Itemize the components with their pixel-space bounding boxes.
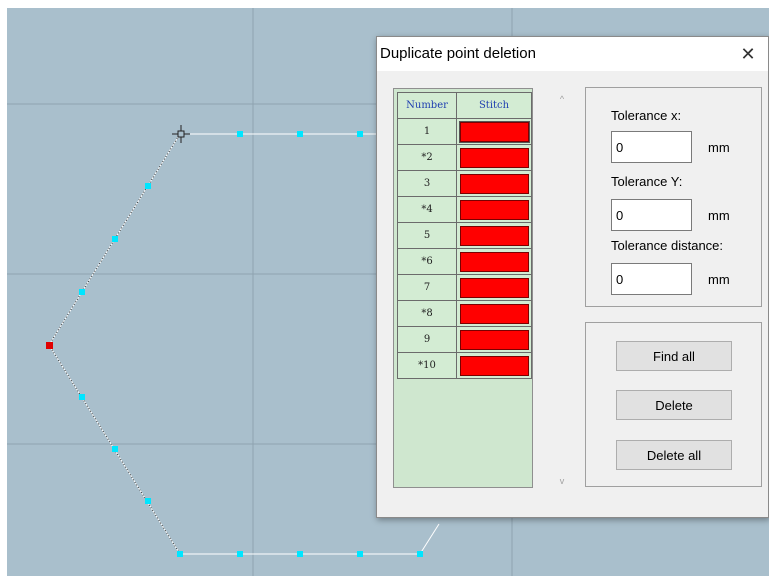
stitch-color-swatch[interactable] bbox=[458, 120, 530, 143]
row-number[interactable]: 9 bbox=[396, 326, 458, 353]
row-stitch-cell[interactable] bbox=[456, 274, 532, 301]
stitch-point bbox=[417, 551, 423, 557]
table-row[interactable]: 5 bbox=[396, 222, 532, 249]
stitch-point bbox=[297, 551, 303, 557]
row-number[interactable]: *10 bbox=[396, 352, 458, 379]
stitch-point bbox=[237, 551, 243, 557]
row-number[interactable]: *2 bbox=[396, 144, 458, 171]
selected-point bbox=[46, 342, 53, 349]
stitch-color-swatch[interactable] bbox=[459, 355, 529, 376]
row-stitch-cell[interactable] bbox=[456, 352, 532, 379]
stitch-point bbox=[112, 446, 118, 452]
find-all-button[interactable]: Find all bbox=[616, 341, 732, 371]
stitch-table-panel: Number Stitch 1 *2 3 *4 5 *6 7 *8 9 *10 bbox=[393, 88, 533, 488]
table-row[interactable]: *4 bbox=[396, 196, 532, 223]
stitch-color-swatch[interactable] bbox=[459, 251, 529, 272]
stitch-points bbox=[79, 131, 423, 557]
dialog-title: Duplicate point deletion bbox=[380, 45, 536, 62]
stitch-color-swatch[interactable] bbox=[459, 225, 529, 246]
dialog-titlebar[interactable]: Duplicate point deletion ✕ bbox=[377, 37, 768, 71]
table-row[interactable]: 7 bbox=[396, 274, 532, 301]
stitch-point bbox=[357, 131, 363, 137]
tolerance-y-input[interactable] bbox=[611, 199, 692, 231]
row-number[interactable]: 1 bbox=[396, 118, 458, 145]
row-number[interactable]: 7 bbox=[396, 274, 458, 301]
stitch-point bbox=[297, 131, 303, 137]
row-number[interactable]: 5 bbox=[396, 222, 458, 249]
stitch-color-swatch[interactable] bbox=[459, 173, 529, 194]
row-stitch-cell[interactable] bbox=[456, 300, 532, 327]
stitch-point bbox=[177, 551, 183, 557]
row-stitch-cell[interactable] bbox=[456, 326, 532, 353]
duplicate-point-deletion-dialog: Duplicate point deletion ✕ Number Stitch… bbox=[376, 36, 769, 518]
row-stitch-cell[interactable] bbox=[456, 144, 532, 171]
crosshair-cursor-icon bbox=[172, 125, 190, 143]
close-icon[interactable]: ✕ bbox=[728, 37, 768, 71]
row-stitch-cell[interactable] bbox=[456, 118, 532, 145]
table-row[interactable]: 9 bbox=[396, 326, 532, 353]
delete-button[interactable]: Delete bbox=[616, 390, 732, 420]
row-stitch-cell[interactable] bbox=[456, 248, 532, 275]
table-row[interactable]: *10 bbox=[396, 352, 532, 379]
stitch-path-tail bbox=[419, 523, 440, 555]
tolerance-distance-unit: mm bbox=[708, 272, 730, 287]
stitch-path-dash bbox=[48, 133, 181, 555]
row-number[interactable]: 3 bbox=[396, 170, 458, 197]
stitch-point bbox=[79, 289, 85, 295]
table-row[interactable]: 1 bbox=[396, 118, 532, 145]
stitch-point bbox=[145, 183, 151, 189]
stitch-point bbox=[357, 551, 363, 557]
tolerance-group: Tolerance x: mm Tolerance Y: mm Toleranc… bbox=[585, 87, 762, 307]
stitch-point bbox=[112, 236, 118, 242]
stitch-point bbox=[79, 394, 85, 400]
stitch-path bbox=[48, 133, 420, 555]
tolerance-y-unit: mm bbox=[708, 208, 730, 223]
scroll-down-icon[interactable]: v bbox=[553, 474, 571, 488]
row-number[interactable]: *6 bbox=[396, 248, 458, 275]
stitch-color-swatch[interactable] bbox=[459, 277, 529, 298]
stitch-color-swatch[interactable] bbox=[459, 147, 529, 168]
tolerance-distance-input[interactable] bbox=[611, 263, 692, 295]
row-stitch-cell[interactable] bbox=[456, 196, 532, 223]
row-stitch-cell[interactable] bbox=[456, 222, 532, 249]
tolerance-x-label: Tolerance x: bbox=[611, 108, 682, 123]
table-row[interactable]: *2 bbox=[396, 144, 532, 171]
row-stitch-cell[interactable] bbox=[456, 170, 532, 197]
row-number[interactable]: *8 bbox=[396, 300, 458, 327]
row-number[interactable]: *4 bbox=[396, 196, 458, 223]
stitch-color-swatch[interactable] bbox=[459, 303, 529, 324]
tolerance-y-label: Tolerance Y: bbox=[611, 174, 683, 189]
scroll-up-icon[interactable]: ^ bbox=[553, 92, 571, 106]
stitch-point bbox=[145, 498, 151, 504]
column-header-stitch[interactable]: Stitch bbox=[456, 92, 532, 119]
stitch-point bbox=[237, 131, 243, 137]
table-row[interactable]: *6 bbox=[396, 248, 532, 275]
stitch-color-swatch[interactable] bbox=[459, 329, 529, 350]
tolerance-x-input[interactable] bbox=[611, 131, 692, 163]
table-row[interactable]: *8 bbox=[396, 300, 532, 327]
tolerance-distance-label: Tolerance distance: bbox=[611, 238, 724, 253]
actions-group: Find all Delete Delete all bbox=[585, 322, 762, 487]
stitch-table: Number Stitch 1 *2 3 *4 5 *6 7 *8 9 *10 bbox=[396, 92, 532, 379]
delete-all-button[interactable]: Delete all bbox=[616, 440, 732, 470]
stitch-color-swatch[interactable] bbox=[459, 199, 529, 220]
table-scrollbar[interactable]: ^ v bbox=[553, 88, 571, 488]
table-row[interactable]: 3 bbox=[396, 170, 532, 197]
column-header-number[interactable]: Number bbox=[396, 92, 458, 119]
tolerance-x-unit: mm bbox=[708, 140, 730, 155]
table-header-row: Number Stitch bbox=[396, 92, 532, 119]
